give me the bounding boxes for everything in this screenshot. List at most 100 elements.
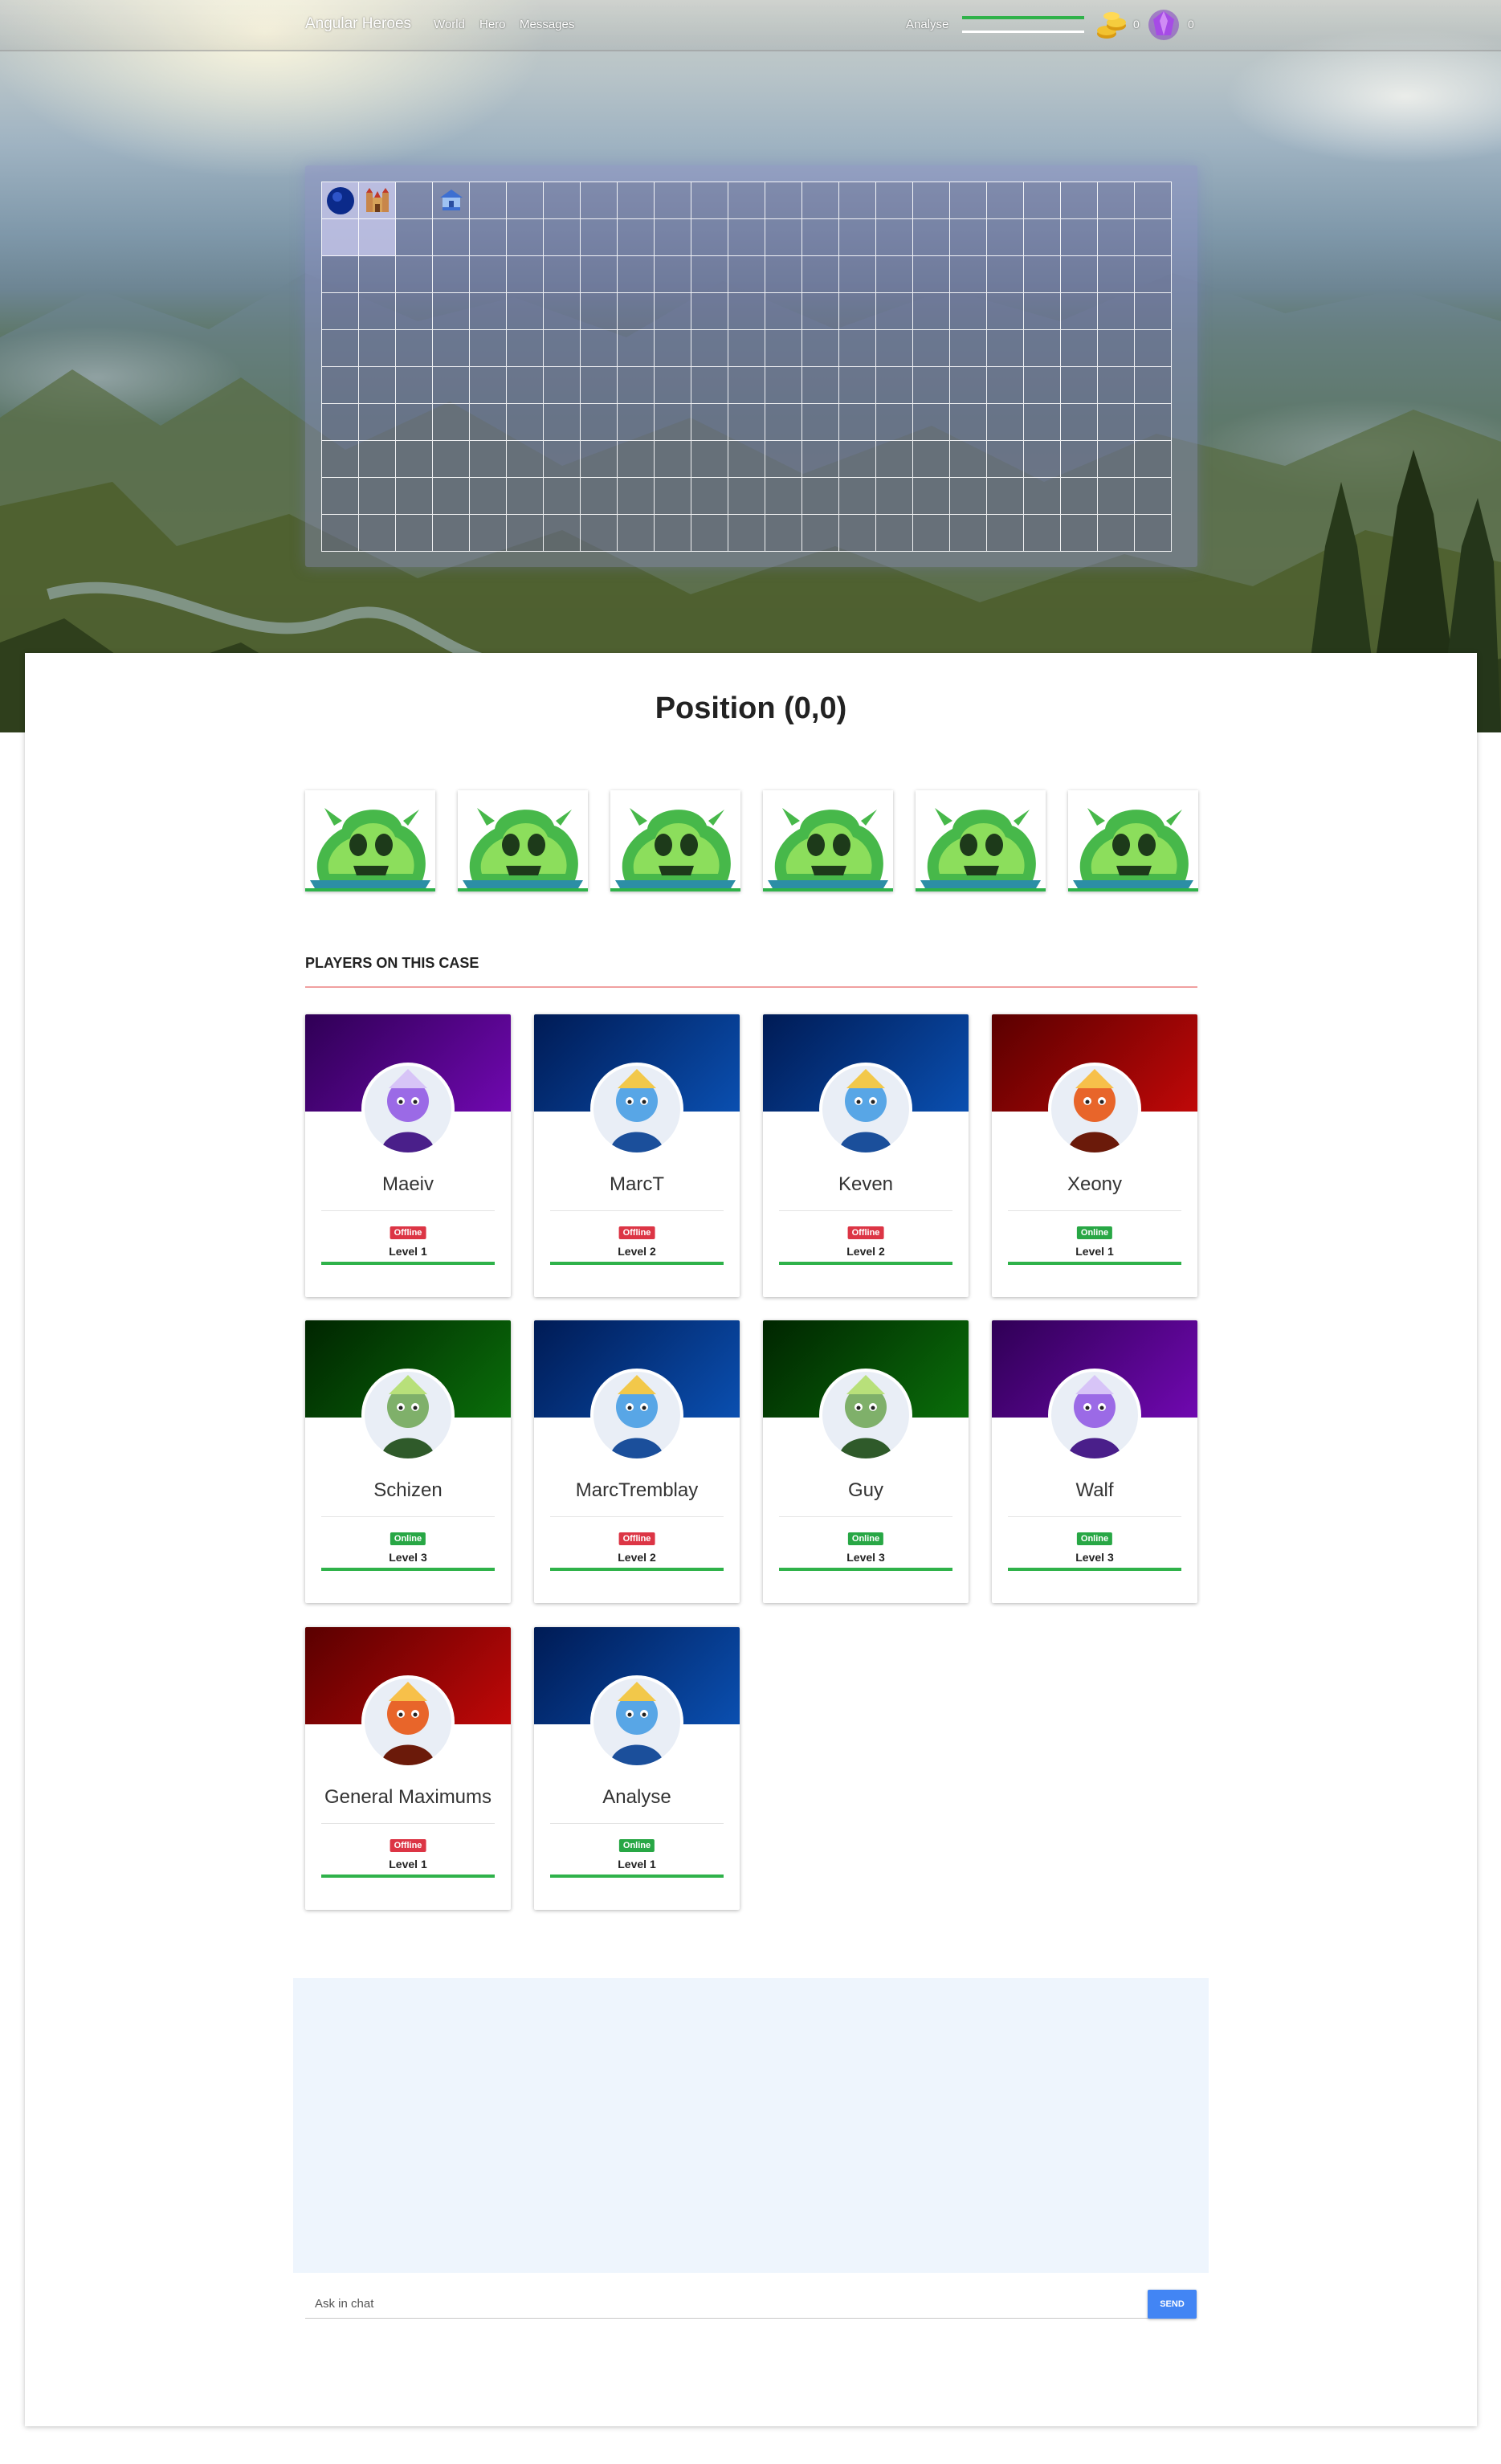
map-cell[interactable] — [618, 478, 655, 515]
map-cell[interactable] — [728, 293, 765, 330]
map-cell[interactable] — [655, 367, 691, 404]
map-cell[interactable] — [765, 441, 802, 478]
map-cell[interactable] — [433, 367, 470, 404]
map-cell[interactable] — [618, 330, 655, 367]
map-cell[interactable] — [544, 256, 581, 293]
map-cell[interactable] — [618, 293, 655, 330]
map-cell[interactable] — [1061, 404, 1098, 441]
map-cell[interactable] — [691, 367, 728, 404]
map-cell[interactable] — [802, 182, 839, 219]
map-cell[interactable] — [359, 182, 396, 219]
map-cell[interactable] — [618, 219, 655, 256]
map-cell[interactable] — [433, 330, 470, 367]
map-cell[interactable] — [396, 219, 433, 256]
map-cell[interactable] — [1098, 404, 1135, 441]
map-cell[interactable] — [655, 330, 691, 367]
map-cell[interactable] — [876, 293, 913, 330]
map-cell[interactable] — [987, 515, 1024, 552]
map-cell[interactable] — [765, 256, 802, 293]
map-cell[interactable] — [691, 515, 728, 552]
map-cell[interactable] — [987, 256, 1024, 293]
map-cell[interactable] — [876, 256, 913, 293]
map-cell[interactable] — [765, 367, 802, 404]
map-cell[interactable] — [618, 515, 655, 552]
map-cell[interactable] — [1061, 293, 1098, 330]
map-cell[interactable] — [655, 404, 691, 441]
map-cell[interactable] — [691, 478, 728, 515]
map-cell[interactable] — [728, 367, 765, 404]
map-cell[interactable] — [396, 182, 433, 219]
map-cell[interactable] — [618, 441, 655, 478]
map-cell[interactable] — [433, 441, 470, 478]
map-cell[interactable] — [359, 367, 396, 404]
map-cell[interactable] — [839, 404, 876, 441]
map-cell[interactable] — [1061, 182, 1098, 219]
map-cell[interactable] — [359, 404, 396, 441]
monster-card[interactable] — [1068, 790, 1198, 891]
map-cell[interactable] — [839, 515, 876, 552]
map-cell[interactable] — [322, 293, 359, 330]
player-card[interactable]: Analyse Online Level 1 — [534, 1627, 740, 1910]
map-cell[interactable] — [1024, 293, 1061, 330]
map-cell[interactable] — [765, 404, 802, 441]
map-cell[interactable] — [359, 293, 396, 330]
map-cell[interactable] — [728, 256, 765, 293]
map-cell[interactable] — [1024, 330, 1061, 367]
map-cell[interactable] — [322, 404, 359, 441]
map-cell[interactable] — [655, 441, 691, 478]
map-cell[interactable] — [913, 256, 950, 293]
map-cell[interactable] — [655, 182, 691, 219]
map-cell[interactable] — [433, 515, 470, 552]
map-cell[interactable] — [950, 219, 987, 256]
map-cell[interactable] — [396, 441, 433, 478]
map-cell[interactable] — [765, 293, 802, 330]
map-cell[interactable] — [433, 478, 470, 515]
map-cell[interactable] — [581, 293, 618, 330]
map-cell[interactable] — [1135, 441, 1172, 478]
map-cell[interactable] — [1061, 330, 1098, 367]
map-cell[interactable] — [544, 367, 581, 404]
map-cell[interactable] — [987, 441, 1024, 478]
player-card[interactable]: General Maximums Offline Level 1 — [305, 1627, 511, 1910]
map-cell[interactable] — [802, 219, 839, 256]
map-cell[interactable] — [802, 367, 839, 404]
map-cell[interactable] — [1024, 404, 1061, 441]
map-cell[interactable] — [1098, 293, 1135, 330]
map-cell[interactable] — [950, 404, 987, 441]
map-cell[interactable] — [1024, 182, 1061, 219]
monster-card[interactable] — [305, 790, 435, 891]
map-cell[interactable] — [839, 293, 876, 330]
map-cell[interactable] — [950, 478, 987, 515]
map-cell[interactable] — [396, 367, 433, 404]
map-cell[interactable] — [1061, 219, 1098, 256]
map-cell[interactable] — [581, 219, 618, 256]
map-cell[interactable] — [913, 219, 950, 256]
map-cell[interactable] — [839, 441, 876, 478]
map-cell[interactable] — [544, 404, 581, 441]
monster-card[interactable] — [916, 790, 1046, 891]
map-cell[interactable] — [359, 441, 396, 478]
map-cell[interactable] — [1098, 330, 1135, 367]
map-cell[interactable] — [396, 404, 433, 441]
map-cell[interactable] — [691, 330, 728, 367]
map-cell[interactable] — [691, 404, 728, 441]
map-cell[interactable] — [1135, 256, 1172, 293]
map-cell[interactable] — [765, 330, 802, 367]
map-cell[interactable] — [987, 478, 1024, 515]
map-cell[interactable] — [507, 404, 544, 441]
map-cell[interactable] — [802, 515, 839, 552]
map-cell[interactable] — [322, 256, 359, 293]
map-cell[interactable] — [618, 256, 655, 293]
map-cell[interactable] — [1098, 478, 1135, 515]
map-cell[interactable] — [1061, 256, 1098, 293]
map-cell[interactable] — [359, 219, 396, 256]
map-cell[interactable] — [987, 367, 1024, 404]
map-cell[interactable] — [655, 478, 691, 515]
map-cell[interactable] — [544, 515, 581, 552]
map-cell[interactable] — [322, 219, 359, 256]
map-cell[interactable] — [581, 441, 618, 478]
map-cell[interactable] — [433, 293, 470, 330]
map-cell[interactable] — [470, 293, 507, 330]
map-cell[interactable] — [691, 219, 728, 256]
map-cell[interactable] — [1024, 219, 1061, 256]
